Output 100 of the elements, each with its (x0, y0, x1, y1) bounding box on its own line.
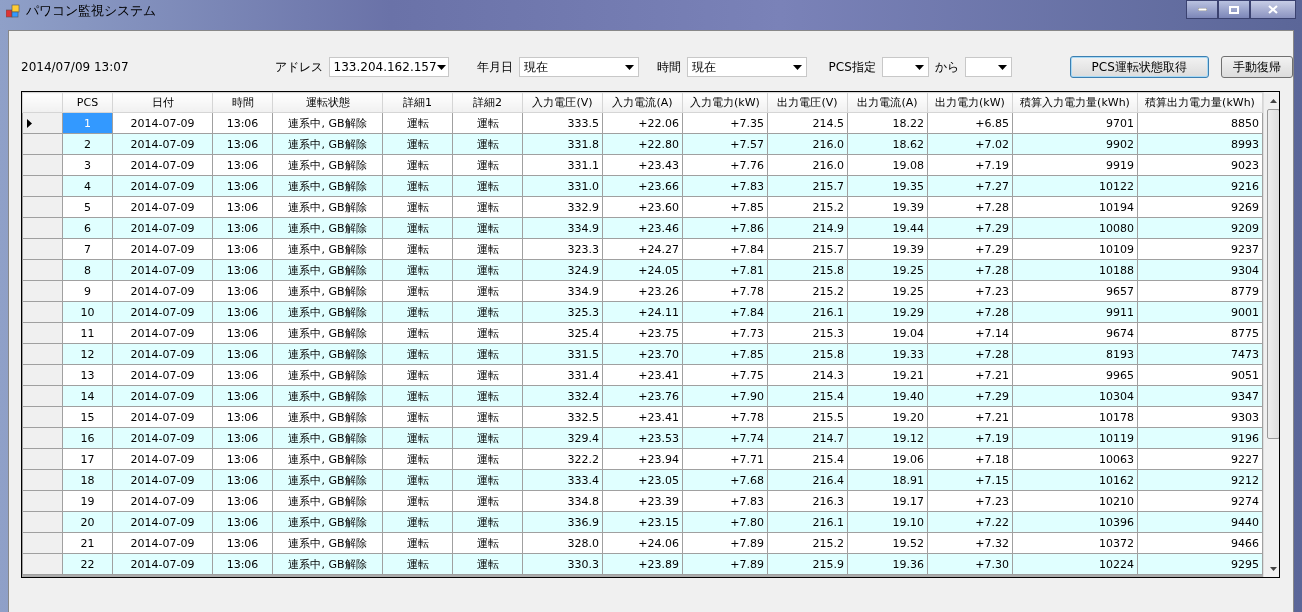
table-cell: 5 (62, 196, 113, 218)
table-cell: 連系中, GB解除 (272, 532, 383, 554)
table-cell: 334.9 (522, 280, 603, 302)
dropdown-arrow-icon (436, 64, 446, 70)
table-cell: 3 (62, 154, 113, 176)
table-cell: +7.21 (927, 406, 1013, 428)
table-cell: 18.22 (847, 112, 928, 134)
table-cell: 運転 (382, 406, 453, 428)
minimize-button[interactable] (1186, 0, 1218, 19)
table-cell: 21 (62, 532, 113, 554)
table-cell: 運転 (452, 196, 523, 218)
table-cell: 連系中, GB解除 (272, 364, 383, 386)
table-cell: +7.21 (927, 364, 1013, 386)
table-cell: 19.08 (847, 154, 928, 176)
table-cell: 運転 (452, 322, 523, 344)
table-cell: 19.52 (847, 532, 928, 554)
table-cell: 2014-07-09 (112, 322, 213, 344)
table-cell: 9227 (1137, 448, 1263, 470)
window-title: パワコン監視システム (26, 2, 156, 20)
table-cell: 215.2 (767, 196, 848, 218)
table-cell: +22.06 (602, 112, 683, 134)
table-cell: +7.29 (927, 238, 1013, 260)
table-cell: 13:06 (212, 364, 273, 386)
table-cell: +7.23 (927, 490, 1013, 512)
close-icon (1268, 5, 1278, 14)
table-cell: 2014-07-09 (112, 238, 213, 260)
maximize-button[interactable] (1218, 0, 1250, 19)
dropdown-field[interactable]: 現在 (686, 57, 807, 77)
table-cell: 運転 (382, 532, 453, 554)
table-cell: +7.73 (682, 322, 768, 344)
table-cell: +23.60 (602, 196, 683, 218)
table-cell: 連系中, GB解除 (272, 490, 383, 512)
dropdown-field[interactable]: 現在 (518, 57, 639, 77)
column-header[interactable]: 運転状態 (272, 92, 383, 113)
app-icon (6, 4, 20, 18)
table-cell: 9237 (1137, 238, 1263, 260)
table-cell: 216.0 (767, 154, 848, 176)
table-cell: 8775 (1137, 322, 1263, 344)
table-cell: 9269 (1137, 196, 1263, 218)
column-header[interactable]: 出力電圧(V) (767, 92, 848, 113)
dropdown-arrow-icon (997, 64, 1007, 70)
table-cell: 8850 (1137, 112, 1263, 134)
table-cell: 13:06 (212, 280, 273, 302)
table-cell: 連系中, GB解除 (272, 322, 383, 344)
table-cell: 運転 (452, 490, 523, 512)
table-cell: 運転 (452, 406, 523, 428)
table-cell: 17 (62, 448, 113, 470)
table-cell: 連系中, GB解除 (272, 406, 383, 428)
table-cell: +23.41 (602, 406, 683, 428)
table-cell: 2014-07-09 (112, 532, 213, 554)
scroll-up-icon[interactable] (1269, 98, 1277, 103)
close-button[interactable] (1250, 0, 1296, 19)
table-cell: 運転 (452, 238, 523, 260)
minimize-icon (1197, 8, 1207, 11)
dropdown-field[interactable]: 133.204.162.157 (328, 57, 449, 77)
column-header[interactable]: 積算出力電力量(kWh) (1137, 92, 1263, 113)
table-cell: 19.25 (847, 280, 928, 302)
row-header[interactable] (22, 112, 63, 134)
table-cell: +7.32 (927, 532, 1013, 554)
table-cell: 216.3 (767, 490, 848, 512)
column-header[interactable]: PCS (62, 92, 113, 113)
table-cell: 運転 (382, 448, 453, 470)
action-button[interactable]: 手動復帰 (1220, 56, 1293, 78)
column-header[interactable]: 入力電流(A) (602, 92, 683, 113)
column-header[interactable]: 入力電力(kW) (682, 92, 768, 113)
scroll-down-icon[interactable] (1269, 566, 1277, 571)
column-header[interactable]: 日付 (112, 92, 213, 113)
column-header[interactable]: 詳細1 (382, 92, 453, 113)
table-cell: 13 (62, 364, 113, 386)
column-header[interactable]: 出力電力(kW) (927, 92, 1013, 113)
table-cell: +23.26 (602, 280, 683, 302)
table-cell: 215.3 (767, 322, 848, 344)
scroll-thumb[interactable] (1266, 109, 1279, 439)
table-cell: +7.19 (927, 154, 1013, 176)
table-cell: 運転 (452, 532, 523, 554)
table-cell: 9919 (1012, 154, 1138, 176)
table-cell: 331.4 (522, 364, 603, 386)
column-header[interactable]: 詳細2 (452, 92, 523, 113)
table-cell: 運転 (382, 112, 453, 134)
dropdown-field[interactable] (881, 57, 929, 77)
column-header[interactable]: 出力電流(A) (847, 92, 928, 113)
table-cell: 8779 (1137, 280, 1263, 302)
table-cell: 2014-07-09 (112, 490, 213, 512)
table-cell: 13:06 (212, 490, 273, 512)
table-cell: +7.18 (927, 448, 1013, 470)
action-button[interactable]: PCS運転状態取得 (1069, 56, 1209, 78)
vertical-scrollbar[interactable] (1263, 92, 1279, 577)
table-cell: +24.27 (602, 238, 683, 260)
column-header[interactable]: 積算入力電力量(kWh) (1012, 92, 1138, 113)
column-header[interactable]: 入力電圧(V) (522, 92, 603, 113)
table-cell: +23.75 (602, 322, 683, 344)
dropdown-field[interactable] (964, 57, 1012, 77)
table-cell: 9303 (1137, 406, 1263, 428)
table-cell: 11 (62, 322, 113, 344)
table-cell: 19.06 (847, 448, 928, 470)
table-cell: 運転 (382, 238, 453, 260)
table-cell: 215.4 (767, 448, 848, 470)
table-cell: 9023 (1137, 154, 1263, 176)
table-cell: 10178 (1012, 406, 1138, 428)
column-header[interactable]: 時間 (212, 92, 273, 113)
